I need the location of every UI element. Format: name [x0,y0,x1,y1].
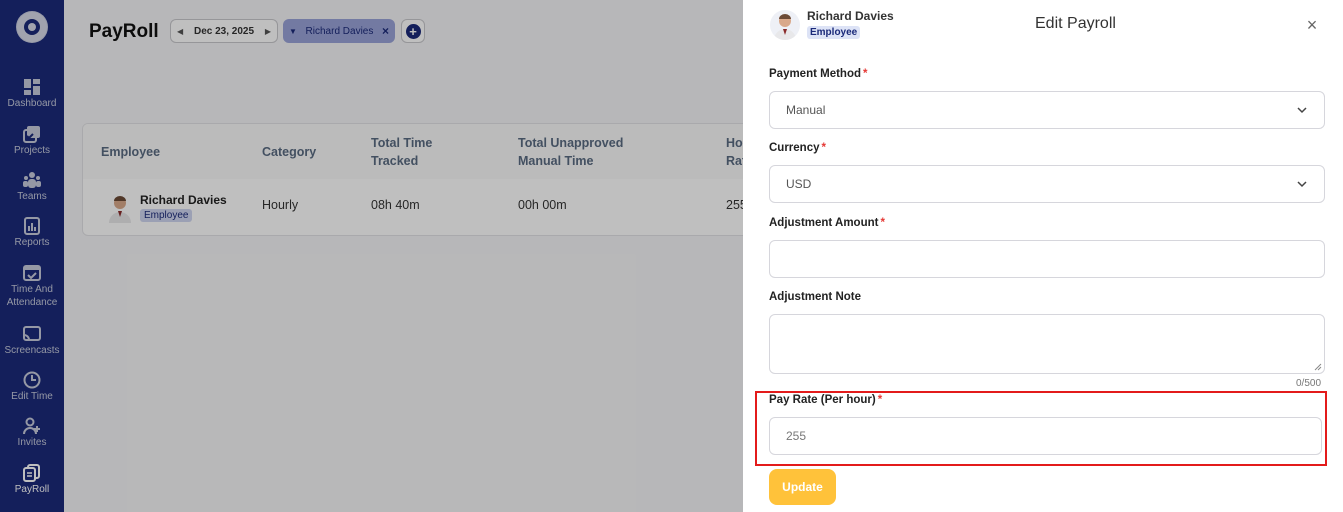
modal-backdrop[interactable] [0,0,743,512]
required-mark: * [821,142,826,154]
payment-method-value: Manual [786,103,826,117]
adjustment-note-textarea[interactable] [769,314,1325,374]
update-button[interactable]: Update [769,469,836,505]
currency-value: USD [786,177,812,191]
edit-payroll-panel: Richard Davies Employee Edit Payroll × P… [743,0,1343,512]
currency-select[interactable]: USD [769,165,1325,203]
label-text: Pay Rate (Per hour) [769,394,876,406]
required-mark: * [877,394,883,406]
adjustment-amount-label: Adjustment Amount * [769,217,885,229]
employee-name: Richard Davies [807,9,894,23]
adjustment-amount-input[interactable] [769,240,1325,278]
role-badge: Employee [807,26,861,39]
label-text: Currency [769,142,820,154]
chevron-down-icon [1296,104,1308,116]
pay-rate-label: Pay Rate (Per hour) * [769,394,882,406]
currency-label: Currency * [769,142,826,154]
chevron-down-icon [1296,178,1308,190]
label-text: Adjustment Amount [769,217,879,229]
close-icon[interactable]: × [1304,15,1320,36]
payment-method-select[interactable]: Manual [769,91,1325,129]
pay-rate-input[interactable]: 255 [769,417,1322,455]
pay-rate-value: 255 [786,429,807,443]
panel-title: Edit Payroll [1035,15,1116,32]
character-counter: 0/500 [1296,378,1322,389]
avatar [770,10,800,40]
resize-handle-icon[interactable] [1314,363,1322,371]
label-text: Payment Method [769,68,862,80]
payment-method-label: Payment Method * [769,68,868,80]
required-mark: * [863,68,868,80]
adjustment-note-label: Adjustment Note [769,291,861,303]
required-mark: * [880,217,885,229]
